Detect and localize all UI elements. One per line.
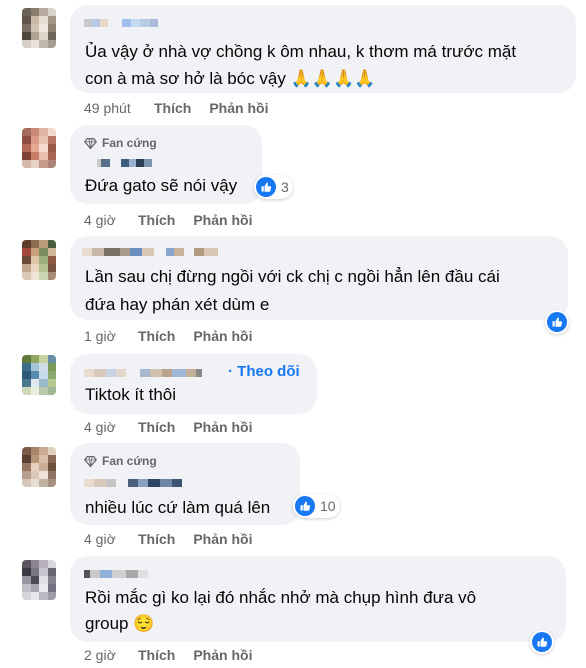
diamond-icon	[84, 137, 97, 149]
reply-button[interactable]: Phản hồi	[193, 328, 252, 344]
comment-actions: 2 giờ Thích Phản hồi	[84, 647, 270, 663]
comment-actions: 1 giờ Thích Phản hồi	[84, 328, 270, 344]
comment-actions: 4 giờ Thích Phản hồi	[84, 212, 270, 228]
commenter-name[interactable]	[97, 159, 152, 167]
reaction-count[interactable]	[545, 310, 569, 334]
avatar[interactable]	[22, 447, 56, 487]
reply-button[interactable]: Phản hồi	[209, 100, 268, 116]
comment-bubble: Rồi mắc gì ko lại đó nhắc nhở mà chụp hì…	[70, 556, 566, 642]
comment-time[interactable]: 2 giờ	[84, 647, 138, 663]
reaction-number: 3	[281, 179, 289, 195]
comment-time[interactable]: 4 giờ	[84, 419, 138, 435]
like-button[interactable]: Thích	[138, 328, 175, 344]
commenter-name[interactable]	[84, 19, 158, 27]
fan-badge-label: Fan cứng	[102, 136, 157, 150]
reaction-count[interactable]	[530, 630, 554, 654]
reaction-number: 10	[320, 498, 336, 514]
avatar[interactable]	[22, 560, 56, 600]
comment-bubble: Fan cứng nhiều lúc cứ làm quá lên	[70, 443, 300, 525]
comment-text: Ủa vậy ở nhà vợ chồng k ôm nhau, k thơm …	[85, 42, 517, 61]
comment-bubble: Ủa vậy ở nhà vợ chồng k ôm nhau, k thơm …	[70, 5, 576, 93]
commenter-name[interactable]	[84, 570, 148, 578]
like-icon	[295, 496, 315, 516]
reaction-count[interactable]: 10	[293, 494, 340, 518]
like-button[interactable]: Thích	[138, 531, 175, 547]
like-icon	[256, 177, 276, 197]
reply-button[interactable]: Phản hồi	[193, 647, 252, 663]
comment-actions: 4 giờ Thích Phản hồi	[84, 531, 270, 547]
comment-text: Tiktok ít thôi	[85, 385, 177, 404]
commenter-name[interactable]	[84, 479, 182, 487]
reply-button[interactable]: Phản hồi	[193, 212, 252, 228]
like-icon	[532, 632, 552, 652]
comment-actions: 4 giờ Thích Phản hồi	[84, 419, 270, 435]
comment-time[interactable]: 1 giờ	[84, 328, 138, 344]
like-button[interactable]: Thích	[154, 100, 191, 116]
commenter-name[interactable]	[82, 248, 218, 256]
comment-time[interactable]: 4 giờ	[84, 531, 138, 547]
comment-text-line2: đứa hay phán xét dùm e	[85, 295, 270, 314]
comment-time[interactable]: 4 giờ	[84, 212, 138, 228]
comment-bubble: Lần sau chị đừng ngồi với ck chị c ngồi …	[70, 236, 568, 320]
avatar[interactable]	[22, 355, 56, 395]
comment-text: Đứa gato sẽ nói vậy	[85, 176, 238, 195]
reply-button[interactable]: Phản hồi	[193, 419, 252, 435]
like-button[interactable]: Thích	[138, 647, 175, 663]
like-button[interactable]: Thích	[138, 419, 175, 435]
comment-text: Lần sau chị đừng ngồi với ck chị c ngồi …	[85, 267, 500, 286]
fan-badge: Fan cứng	[84, 136, 157, 150]
comment-text: nhiều lúc cứ làm quá lên	[85, 498, 271, 517]
fan-badge-label: Fan cứng	[102, 454, 157, 468]
reaction-count[interactable]: 3	[254, 175, 293, 199]
comment-time[interactable]: 49 phút	[84, 100, 154, 116]
avatar[interactable]	[22, 128, 56, 168]
comment-bubble: · Theo dõi Tiktok ít thôi	[70, 354, 317, 414]
avatar[interactable]	[22, 8, 56, 48]
comment-text: Rồi mắc gì ko lại đó nhắc nhở mà chụp hì…	[85, 588, 477, 607]
follow-label: Theo dõi	[237, 363, 300, 380]
fan-badge: Fan cứng	[84, 454, 157, 468]
reply-button[interactable]: Phản hồi	[193, 531, 252, 547]
comment-actions: 49 phút Thích Phản hồi	[84, 100, 286, 116]
comment-text-line2: con à mà sơ hở là bóc vậy 🙏🙏🙏🙏	[85, 69, 376, 88]
like-icon	[547, 312, 567, 332]
follow-button[interactable]: · Theo dõi	[228, 363, 300, 380]
comment-bubble: Fan cứng Đứa gato sẽ nói vậy	[70, 125, 262, 204]
like-button[interactable]: Thích	[138, 212, 175, 228]
commenter-name[interactable]	[84, 369, 202, 377]
avatar[interactable]	[22, 240, 56, 280]
diamond-icon	[84, 455, 97, 467]
comment-text-line2: group 😌	[85, 614, 155, 633]
